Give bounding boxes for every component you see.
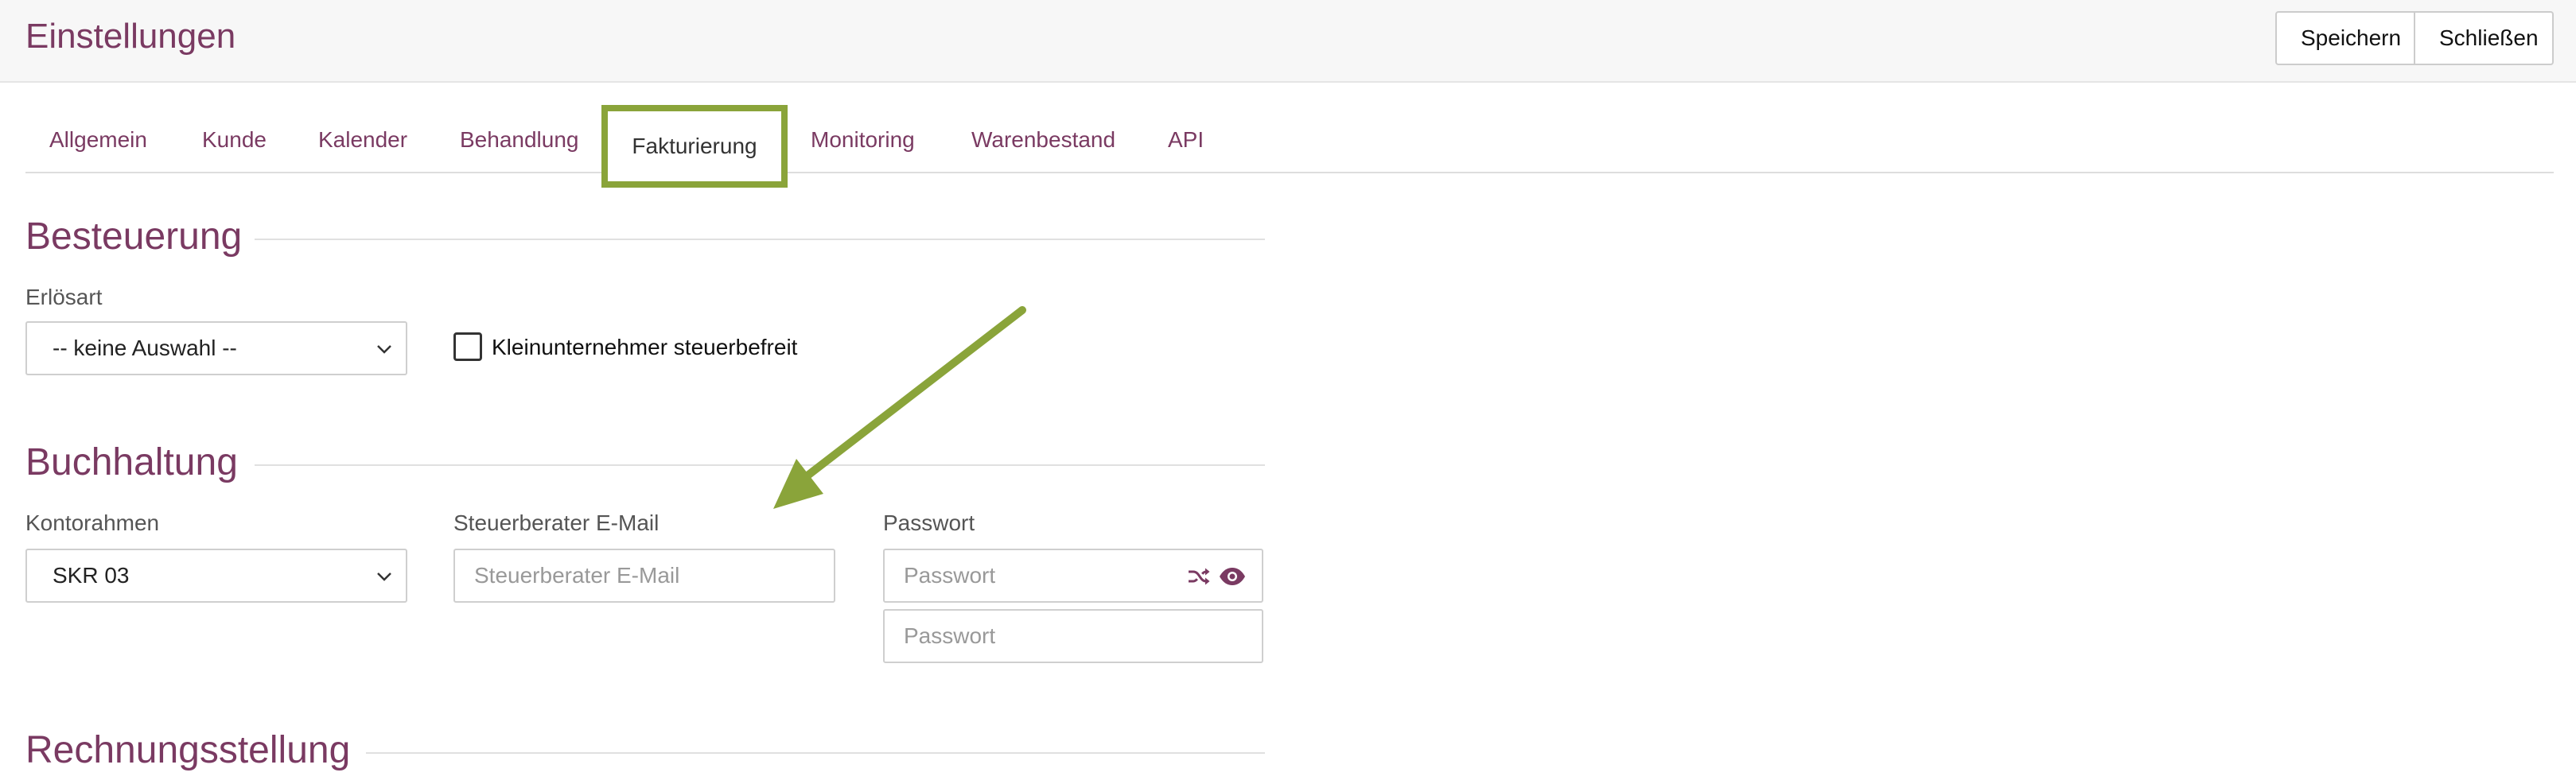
section-title-besteuerung: Besteuerung <box>25 215 243 258</box>
password-repeat-input[interactable]: Passwort <box>883 609 1263 663</box>
eye-icon[interactable] <box>1219 567 1246 586</box>
tab-fakturierung-label: Fakturierung <box>632 134 757 158</box>
tab-fakturierung[interactable]: Fakturierung <box>601 105 788 188</box>
close-button[interactable]: Schließen <box>2415 11 2554 65</box>
section-title-rechnungsstellung: Rechnungsstellung <box>25 729 351 771</box>
steuerberater-email-label: Steuerberater E-Mail <box>453 510 660 535</box>
kleinunternehmer-label: Kleinunternehmer steuerbefreit <box>492 335 798 359</box>
password-label: Passwort <box>883 510 975 535</box>
kleinunternehmer-checkbox[interactable] <box>453 332 482 361</box>
steuerberater-email-input[interactable]: Steuerberater E-Mail <box>453 549 835 603</box>
tab-kalender[interactable]: Kalender <box>318 105 407 172</box>
kontorahmen-select[interactable]: SKR 03 <box>25 549 407 603</box>
password-placeholder: Passwort <box>904 563 996 588</box>
tab-allgemein[interactable]: Allgemein <box>49 105 147 172</box>
section-divider <box>366 752 1265 754</box>
save-button[interactable]: Speichern <box>2275 11 2415 65</box>
tab-kunde[interactable]: Kunde <box>202 105 267 172</box>
kontorahmen-selected-value: SKR 03 <box>53 563 130 588</box>
tab-warenbestand[interactable]: Warenbestand <box>971 105 1115 172</box>
chevron-down-icon <box>377 345 391 354</box>
section-divider <box>255 464 1265 466</box>
section-title-buchhaltung: Buchhaltung <box>25 441 238 483</box>
section-divider <box>255 239 1265 240</box>
settings-tabs: Allgemein Kunde Kalender Behandlung Moni… <box>25 105 2554 173</box>
kontorahmen-label: Kontorahmen <box>25 510 160 535</box>
chevron-down-icon <box>377 572 391 581</box>
erloesart-selected-value: -- keine Auswahl -- <box>53 336 237 360</box>
password-input[interactable]: Passwort <box>883 549 1263 603</box>
page-title: Einstellungen <box>25 17 236 56</box>
erloesart-select[interactable]: -- keine Auswahl -- <box>25 321 407 375</box>
shuffle-icon[interactable] <box>1187 566 1211 587</box>
tab-api[interactable]: API <box>1168 105 1204 172</box>
tab-monitoring[interactable]: Monitoring <box>811 105 915 172</box>
header-button-group: Speichern Schließen <box>2275 11 2554 65</box>
erloesart-label: Erlösart <box>25 285 103 309</box>
tab-behandlung[interactable]: Behandlung <box>460 105 578 172</box>
page-header: Einstellungen Speichern Schließen <box>0 0 2576 83</box>
